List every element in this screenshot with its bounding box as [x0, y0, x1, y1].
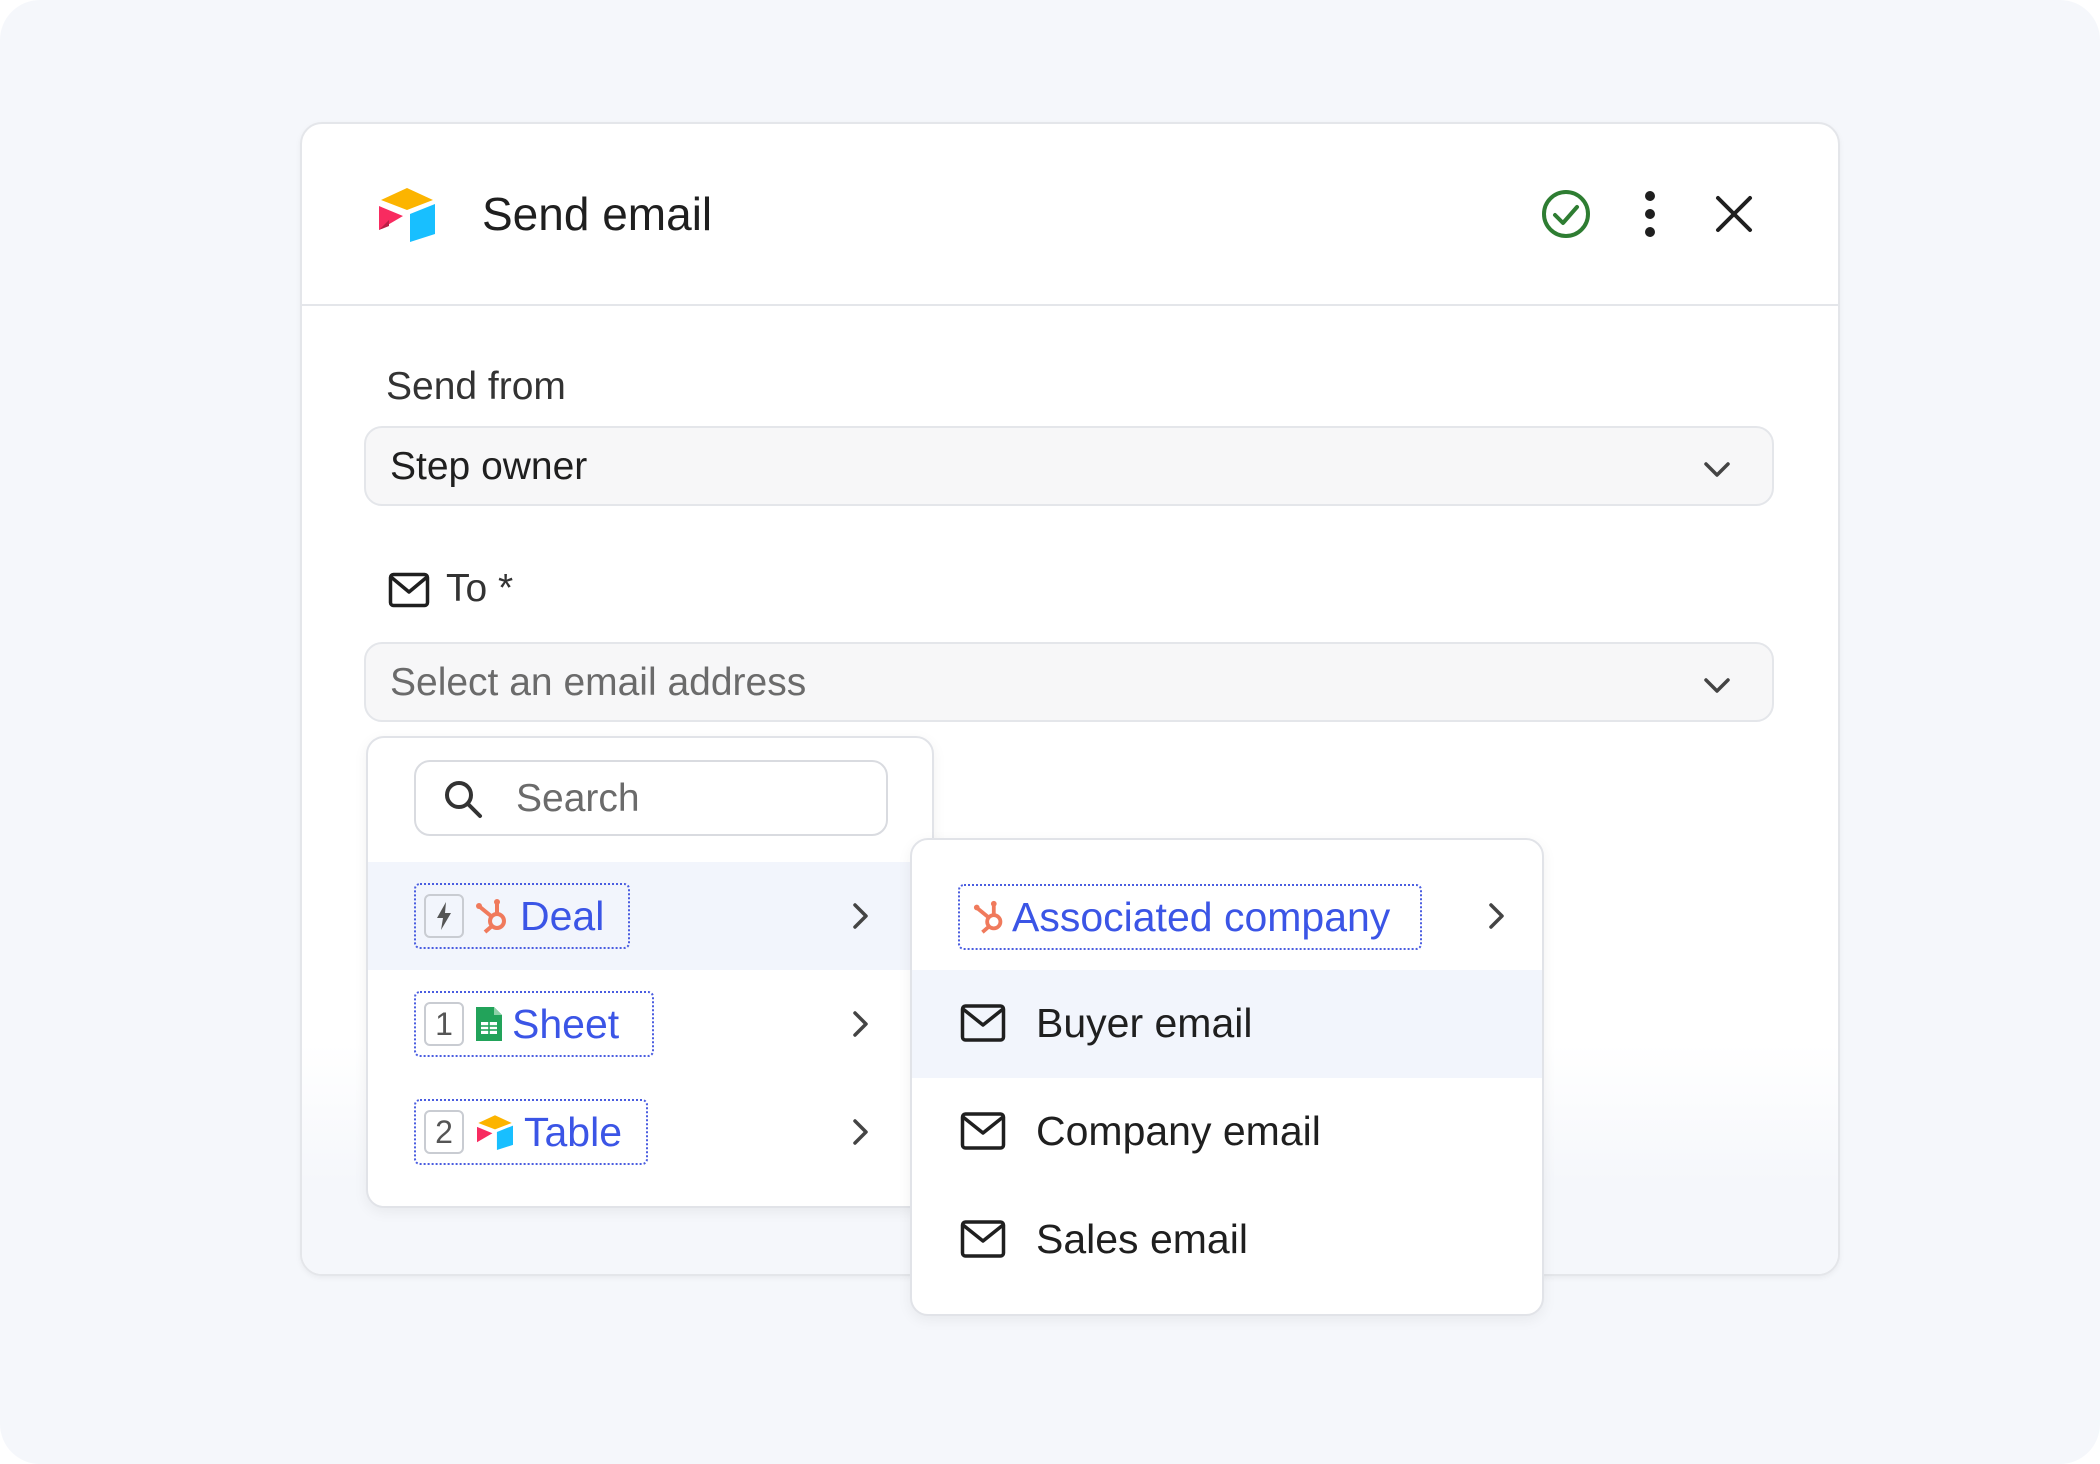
mail-icon — [960, 1220, 1006, 1258]
lightning-icon — [437, 902, 451, 930]
airtable-icon — [477, 1115, 513, 1150]
send-from-select[interactable]: Step owner — [364, 426, 1774, 506]
to-label: To * — [446, 567, 514, 610]
google-sheets-icon — [476, 1007, 502, 1041]
source-menu: Search Deal 1 Sheet 2 Table — [366, 736, 934, 1208]
submenu-item-company-email[interactable]: Company email — [912, 1078, 1542, 1186]
source-label: Sheet — [512, 1001, 620, 1047]
source-token: Deal — [414, 883, 630, 949]
chevron-right-icon — [853, 1011, 868, 1037]
source-item-sheet[interactable]: 1 Sheet — [368, 970, 932, 1078]
chevron-right-icon — [853, 1119, 868, 1145]
step-number-badge: 1 — [424, 1002, 464, 1046]
source-label: Deal — [520, 893, 605, 939]
source-label: Table — [524, 1109, 623, 1155]
search-placeholder: Search — [516, 777, 640, 820]
mail-icon — [960, 1004, 1006, 1042]
search-icon — [445, 781, 482, 818]
send-from-label: Send from — [386, 365, 566, 408]
source-item-table[interactable]: 2 Table — [368, 1078, 932, 1186]
close-icon[interactable] — [1706, 186, 1762, 242]
submenu-item-associated-company[interactable]: Associated company — [912, 840, 1542, 950]
airtable-logo-icon — [379, 188, 435, 242]
mail-icon — [388, 572, 430, 608]
source-token: 1 Sheet — [414, 991, 654, 1057]
mail-icon — [960, 1112, 1006, 1150]
more-options-icon[interactable] — [1622, 186, 1678, 242]
chevron-down-icon — [1704, 678, 1730, 693]
source-token: 2 Table — [414, 1099, 648, 1165]
associated-company-token: Associated company — [958, 884, 1422, 950]
hubspot-icon — [973, 900, 1003, 934]
field-label: Buyer email — [1036, 1000, 1253, 1046]
field-submenu: Associated company Buyer email Company e… — [910, 838, 1544, 1316]
step-valid-check-icon — [1538, 186, 1594, 242]
chevron-down-icon — [1704, 462, 1730, 477]
chevron-right-icon — [1489, 903, 1504, 929]
step-number-badge: 2 — [424, 1110, 464, 1154]
send-from-value: Step owner — [390, 445, 588, 488]
associated-company-label: Associated company — [1012, 894, 1391, 940]
chevron-right-icon — [853, 903, 868, 929]
search-input[interactable]: Search — [414, 760, 888, 836]
dialog-title: Send email — [482, 188, 713, 240]
source-item-deal[interactable]: Deal — [368, 862, 932, 970]
to-email-select[interactable]: Select an email address — [364, 642, 1774, 722]
hubspot-icon — [476, 899, 506, 934]
submenu-item-sales-email[interactable]: Sales email — [912, 1186, 1542, 1294]
field-label: Company email — [1036, 1108, 1321, 1154]
dialog-header: Send email — [302, 124, 1838, 306]
field-label: Sales email — [1036, 1216, 1248, 1262]
trigger-badge — [424, 894, 464, 938]
submenu-item-buyer-email[interactable]: Buyer email — [912, 970, 1542, 1078]
to-email-placeholder: Select an email address — [390, 661, 807, 704]
